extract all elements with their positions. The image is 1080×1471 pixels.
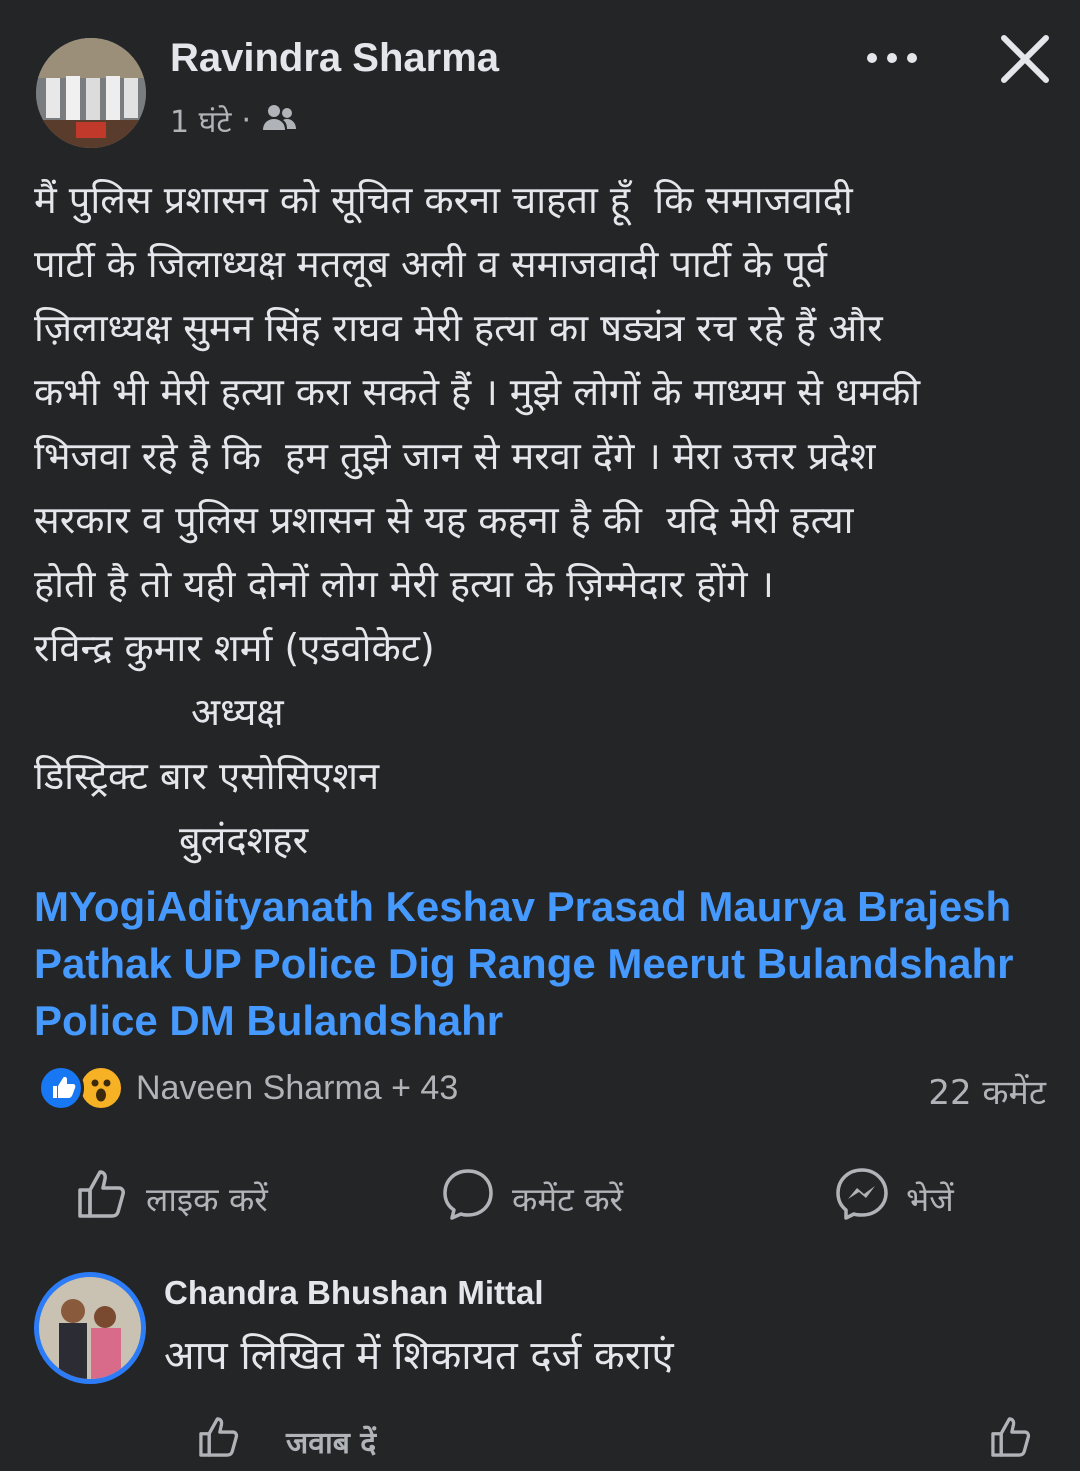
send-button[interactable]: भेजें	[834, 1168, 954, 1228]
post-actions: लाइक करें कमेंट करें भेजें	[0, 1168, 1080, 1238]
post-header: Ravindra Sharma 1 घंटे ·	[0, 0, 1080, 150]
comment-like-icon[interactable]	[196, 1414, 242, 1468]
post-body-line: पार्टी के जिलाध्यक्ष मतलूब अली व समाजवाद…	[34, 242, 827, 286]
send-label: भेजें	[906, 1179, 954, 1219]
post-body-line: रविन्द्र कुमार शर्मा (एडवोकेट)	[34, 626, 435, 670]
comment-count[interactable]: 22 कमेंट	[928, 1068, 1046, 1114]
comment-label: कमेंट करें	[512, 1179, 624, 1219]
post-time[interactable]: 1 घंटे	[170, 100, 231, 141]
wow-reaction-icon	[78, 1065, 124, 1111]
post-body-line: अध्यक्ष	[34, 690, 284, 734]
like-button[interactable]: लाइक करें	[74, 1168, 268, 1228]
meta-separator: ·	[241, 103, 252, 138]
comment-like-count-icon[interactable]	[988, 1414, 1034, 1464]
reactor-names[interactable]: Naveen Sharma + 43	[136, 1069, 458, 1108]
reply-button[interactable]: जवाब दें	[286, 1421, 376, 1462]
commenter-name[interactable]: Chandra Bhushan Mittal	[164, 1274, 544, 1312]
post-body-line: होती है तो यही दोनों लोग मेरी हत्या के ज…	[34, 562, 774, 606]
comment-actions: जवाब दें	[196, 1414, 376, 1468]
post-tag-line[interactable]: Police DM Bulandshahr	[34, 992, 1054, 1049]
post-author-name[interactable]: Ravindra Sharma	[170, 36, 499, 81]
messenger-icon	[834, 1166, 890, 1230]
post-body-line: कभी भी मेरी हत्या करा सकते हैं । मुझे लो…	[34, 370, 921, 414]
post-body-line: भिजवा रहे है कि हम तुझे जान से मरवा देंग…	[34, 434, 876, 478]
post-body-line: मैं पुलिस प्रशासन को सूचित करना चाहता हू…	[34, 178, 853, 222]
friends-icon	[261, 102, 297, 140]
like-reaction-icon	[38, 1065, 84, 1111]
post-meta: 1 घंटे ·	[170, 100, 297, 141]
comment-button[interactable]: कमेंट करें	[440, 1168, 623, 1228]
post-body-line: सरकार व पुलिस प्रशासन से यह कहना है की य…	[34, 498, 854, 542]
like-label: लाइक करें	[146, 1179, 268, 1219]
post-body-line: बुलंदशहर	[34, 818, 309, 862]
comment-bubble-icon	[440, 1166, 496, 1230]
post-tag-line[interactable]: Pathak UP Police Dig Range Meerut Buland…	[34, 935, 1054, 992]
post-tags[interactable]: MYogiAdityanath Keshav Prasad Maurya Bra…	[34, 878, 1054, 1049]
post-body-line: ज़िलाध्यक्ष सुमन सिंह राघव मेरी हत्या का…	[34, 306, 883, 350]
commenter-avatar[interactable]	[34, 1272, 146, 1384]
post-body-line: डिस्ट्रिक्ट बार एसोसिएशन	[34, 754, 380, 798]
reaction-summary[interactable]: Naveen Sharma + 43	[38, 1062, 458, 1114]
comment-text: आप लिखित में शिकायत दर्ज कराएं	[164, 1333, 674, 1379]
post-body: मैं पुलिस प्रशासन को सूचित करना चाहता हू…	[34, 168, 1054, 872]
close-icon[interactable]	[996, 30, 1054, 88]
post-tag-line[interactable]: MYogiAdityanath Keshav Prasad Maurya Bra…	[34, 878, 1054, 935]
thumbs-up-icon	[74, 1166, 130, 1230]
author-avatar[interactable]	[36, 38, 146, 148]
more-options-icon[interactable]	[862, 38, 922, 78]
